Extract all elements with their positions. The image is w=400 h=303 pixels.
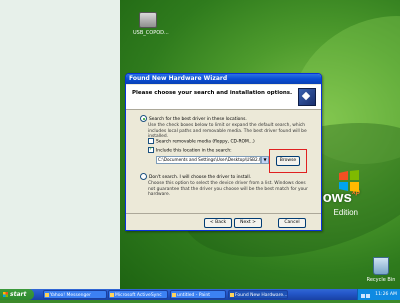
activesync-icon [110, 293, 114, 297]
dont-search-option-label: Don't search. I will choose the driver t… [149, 175, 252, 180]
removable-media-checkbox[interactable]: Search removable media (floppy, CD-ROM..… [148, 138, 255, 145]
wizard-title-bar[interactable]: Found New Hardware Wizard [126, 74, 321, 84]
yahoo-messenger-icon [45, 293, 49, 297]
task-label: Microsoft ActiveSync [115, 293, 162, 298]
paint-icon [172, 293, 176, 297]
volume-icon[interactable] [366, 294, 370, 298]
windows-flag-icon [3, 292, 8, 297]
checkbox-checked-icon [148, 146, 154, 153]
location-path-input[interactable]: C:\Documents and Settings\User\Desktop\U… [156, 156, 261, 164]
windows-edition-label: Edition [333, 208, 358, 217]
recycle-bin-label: Recycle Bin [366, 277, 396, 283]
network-icon[interactable] [361, 294, 365, 298]
chevron-down-icon[interactable]: ▼ [261, 156, 269, 164]
removable-media-label: Search removable media (floppy, CD-ROM..… [156, 139, 255, 145]
next-button[interactable]: Next > [234, 218, 262, 228]
wizard-header: Please choose your search and installati… [126, 85, 321, 110]
taskbar-item-yahoo-messenger[interactable]: Yahoo! Messenger [43, 290, 107, 299]
start-button[interactable]: start [0, 289, 34, 300]
clock[interactable]: 11:26 AM [375, 289, 397, 300]
usb-drive-icon [139, 12, 157, 28]
task-label: untitled - Paint [177, 293, 210, 298]
task-label: Yahoo! Messenger [50, 293, 91, 298]
hardware-wizard-icon [298, 88, 316, 106]
found-new-hardware-wizard: Found New Hardware Wizard Please choose … [125, 73, 322, 231]
dont-search-description: Choose this option to select the device … [148, 181, 308, 197]
usb-drive-desktop-icon[interactable]: USB_COPOD... [133, 12, 169, 36]
taskbar-item-activesync[interactable]: Microsoft ActiveSync [108, 290, 168, 299]
taskbar-item-paint[interactable]: untitled - Paint [170, 290, 226, 299]
highlight-annotation-box [269, 149, 307, 173]
wizard-footer: < Back Next > Cancel [126, 213, 321, 230]
left-blank-area [0, 0, 120, 289]
checkbox-unchecked-icon [148, 138, 154, 144]
radio-unselected-icon [140, 173, 147, 180]
tray-icons[interactable] [361, 292, 375, 298]
include-location-label: Include this location in the search: [156, 148, 232, 154]
usb-drive-label: USB_COPOD... [133, 30, 169, 36]
dont-search-option-radio[interactable]: Don't search. I will choose the driver t… [140, 173, 251, 180]
system-tray: 11:26 AM [357, 289, 400, 300]
recycle-bin-desktop-icon[interactable]: Recycle Bin [366, 257, 396, 283]
search-option-label: Search for the best driver in these loca… [149, 117, 247, 122]
windows-flag-logo-icon [339, 170, 359, 192]
task-label: Found New Hardware... [235, 293, 288, 298]
recycle-bin-icon [373, 257, 389, 275]
include-location-checkbox[interactable]: Include this location in the search: [148, 146, 232, 154]
taskbar: start Yahoo! Messenger Microsoft ActiveS… [0, 289, 400, 300]
wizard-header-title: Please choose your search and installati… [132, 90, 293, 96]
taskbar-item-found-new-hardware[interactable]: Found New Hardware... [228, 290, 288, 299]
hardware-wizard-icon [230, 293, 234, 297]
search-option-radio[interactable]: Search for the best driver in these loca… [140, 115, 247, 122]
back-button[interactable]: < Back [204, 218, 232, 228]
radio-selected-icon [140, 115, 147, 122]
start-label: start [10, 291, 27, 298]
cancel-button[interactable]: Cancel [278, 218, 306, 228]
